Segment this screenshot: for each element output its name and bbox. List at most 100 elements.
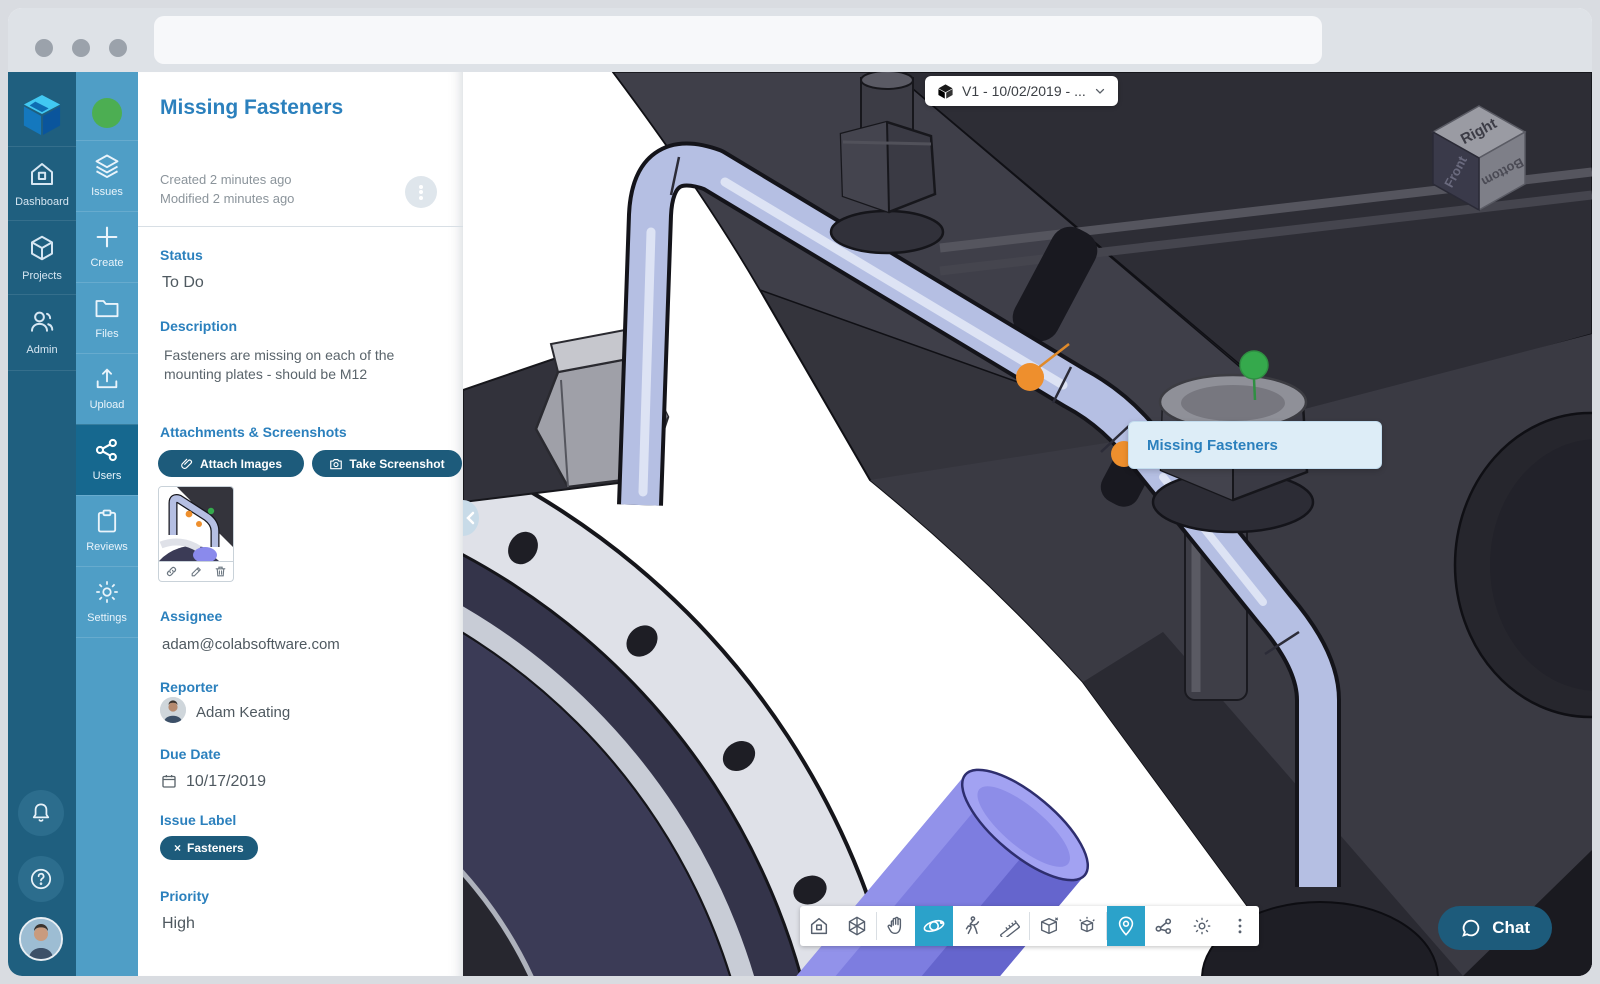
- folder-icon: [93, 283, 121, 322]
- attach-images-button[interactable]: Attach Images: [158, 450, 304, 477]
- issue-created-text: Created 2 minutes ago: [160, 172, 292, 187]
- version-selector[interactable]: V1 - 10/02/2019 - ...: [925, 76, 1118, 106]
- description-text: Fasteners are missing on each of the mou…: [164, 347, 395, 382]
- issue-title: Missing Fasteners: [160, 96, 344, 119]
- online-status-dot: [92, 98, 122, 128]
- more-options-button[interactable]: [1221, 906, 1259, 946]
- clipboard-icon: [93, 496, 121, 535]
- window-control-dot: [72, 39, 90, 57]
- due-date-value[interactable]: 10/17/2019: [186, 773, 266, 791]
- paperclip-icon: [180, 457, 194, 471]
- sidebar-item-issues[interactable]: Issues: [76, 140, 138, 211]
- cad-model-scene: [463, 72, 1592, 976]
- sidebar-item-label: Upload: [89, 399, 125, 411]
- status-value[interactable]: To Do: [162, 274, 204, 292]
- browser-window: Dashboard Projects Admin Issues Create F…: [8, 8, 1592, 976]
- sidebar-item-create[interactable]: Create: [76, 211, 138, 282]
- primary-sidebar: Dashboard Projects Admin: [8, 72, 76, 976]
- status-label: Status: [160, 247, 203, 263]
- sidebar-item-users[interactable]: Users: [76, 424, 138, 495]
- description-label: Description: [160, 318, 238, 334]
- reporter-value: Adam Keating: [196, 704, 291, 721]
- reporter-label: Reporter: [160, 679, 219, 695]
- 3d-viewer[interactable]: V1 - 10/02/2019 - ... Right Bottom Front: [463, 72, 1592, 976]
- sidebar-item-label: Reviews: [86, 541, 128, 553]
- copy-link-icon[interactable]: [165, 565, 178, 578]
- due-date-label: Due Date: [160, 746, 221, 762]
- isometric-view-button[interactable]: [838, 906, 876, 946]
- sidebar-item-upload[interactable]: Upload: [76, 353, 138, 424]
- section-box-button[interactable]: [1030, 906, 1068, 946]
- viewer-toolbar: [800, 906, 1259, 946]
- issue-label-label: Issue Label: [160, 812, 237, 828]
- home-view-button[interactable]: [800, 906, 838, 946]
- sidebar-item-label: Issues: [91, 186, 123, 198]
- viewer-settings-button[interactable]: [1183, 906, 1221, 946]
- attachment-thumbnail[interactable]: [158, 486, 234, 562]
- assignee-label: Assignee: [160, 608, 223, 624]
- measure-tool-button[interactable]: [991, 906, 1029, 946]
- sidebar-item-label: Settings: [87, 612, 127, 624]
- orange-marker: [1016, 363, 1044, 391]
- colab-logo-icon[interactable]: [22, 94, 62, 141]
- notifications-button[interactable]: [18, 790, 64, 836]
- sidebar-item-label: Dashboard: [15, 196, 69, 208]
- layers-icon: [93, 141, 121, 180]
- sidebar-item-reviews[interactable]: Reviews: [76, 495, 138, 566]
- camera-icon: [329, 457, 343, 471]
- priority-value[interactable]: High: [162, 915, 195, 933]
- annotation-tooltip[interactable]: Missing Fasteners: [1128, 421, 1382, 469]
- cube-icon: [27, 221, 57, 263]
- issue-menu-button[interactable]: [405, 176, 437, 208]
- sidebar-item-label: Admin: [26, 344, 58, 356]
- sidebar-item-label: Files: [95, 328, 119, 340]
- divider: [138, 226, 463, 227]
- chat-button[interactable]: Chat: [1438, 906, 1552, 950]
- upload-icon: [93, 354, 121, 393]
- green-marker: [1239, 350, 1269, 380]
- take-screenshot-button[interactable]: Take Screenshot: [312, 450, 462, 477]
- issue-detail-panel: Missing Fasteners Created 2 minutes ago …: [138, 72, 463, 976]
- fasteners-tag[interactable]: × Fasteners: [160, 836, 258, 860]
- delete-icon[interactable]: [214, 565, 227, 578]
- view-cube[interactable]: Right Bottom Front: [1429, 102, 1529, 219]
- gear-icon: [93, 567, 121, 606]
- model-cube-icon: [937, 83, 954, 100]
- share-view-button[interactable]: [1145, 906, 1183, 946]
- assignee-value[interactable]: adam@colabsoftware.com: [162, 636, 340, 653]
- chevron-down-icon: [1094, 85, 1106, 97]
- walkthrough-tool-button[interactable]: [953, 906, 991, 946]
- question-icon: [28, 866, 54, 892]
- orbit-tool-button[interactable]: [915, 906, 953, 946]
- pin-annotation-button[interactable]: [1107, 906, 1145, 946]
- sidebar-item-files[interactable]: Files: [76, 282, 138, 353]
- help-button[interactable]: [18, 856, 64, 902]
- sidebar-item-admin[interactable]: Admin: [8, 294, 76, 370]
- browser-chrome: [8, 8, 1592, 72]
- share-nodes-icon: [93, 425, 121, 464]
- sidebar-item-label: Users: [92, 470, 122, 482]
- sidebar-item-label: Create: [90, 257, 124, 269]
- priority-label: Priority: [160, 888, 210, 904]
- issue-modified-text: Modified 2 minutes ago: [160, 191, 295, 206]
- chat-bubble-icon: [1460, 917, 1482, 939]
- home-icon: [27, 147, 57, 189]
- edit-icon[interactable]: [190, 565, 203, 578]
- bell-icon: [28, 800, 54, 826]
- url-bar[interactable]: [154, 16, 1322, 64]
- sidebar-item-settings[interactable]: Settings: [76, 566, 138, 637]
- thumbnail-actions: [158, 562, 234, 582]
- app-root: Dashboard Projects Admin Issues Create F…: [8, 72, 1592, 976]
- version-label: V1 - 10/02/2019 - ...: [962, 83, 1086, 99]
- sidebar-item-label: Projects: [22, 270, 62, 282]
- users-icon: [27, 295, 57, 337]
- explode-view-button[interactable]: [1068, 906, 1106, 946]
- window-control-dot: [109, 39, 127, 57]
- pan-tool-button[interactable]: [877, 906, 915, 946]
- sidebar-item-projects[interactable]: Projects: [8, 220, 76, 294]
- window-control-dot: [35, 39, 53, 57]
- remove-tag-icon[interactable]: ×: [174, 841, 181, 855]
- user-avatar[interactable]: [19, 917, 63, 961]
- sidebar-item-dashboard[interactable]: Dashboard: [8, 146, 76, 220]
- plus-icon: [93, 212, 121, 251]
